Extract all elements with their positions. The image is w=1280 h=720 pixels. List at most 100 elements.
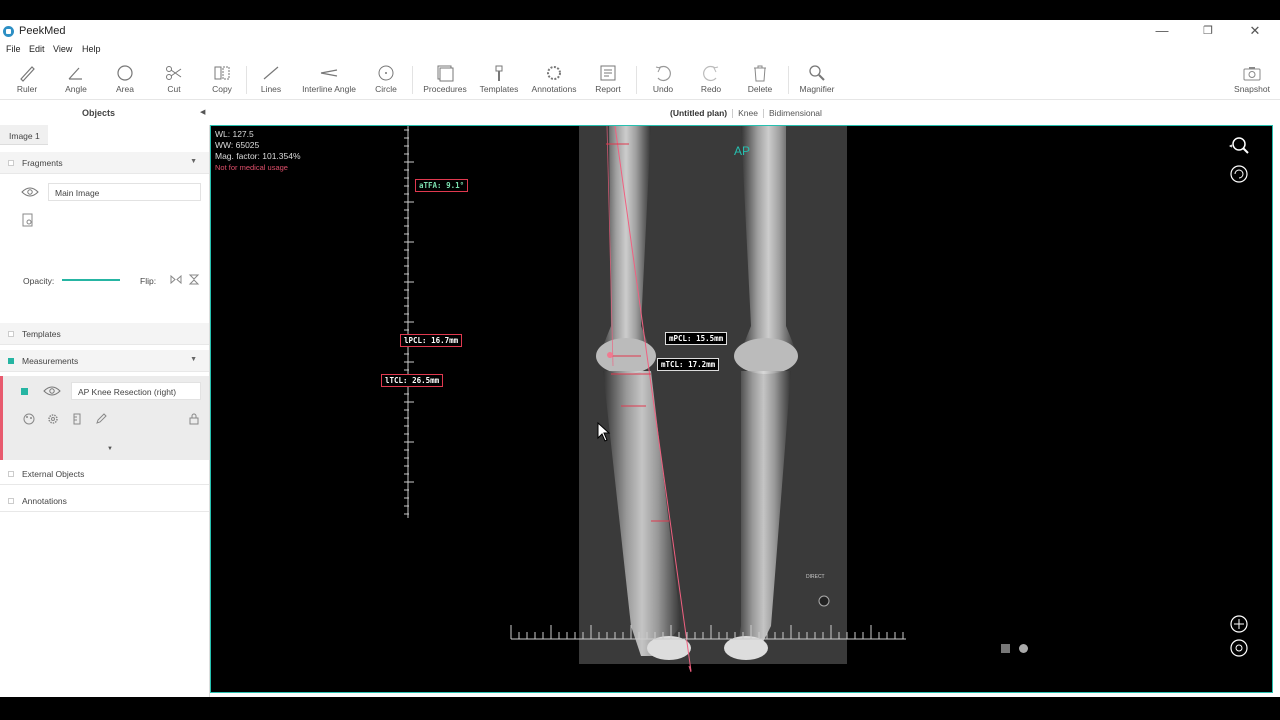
- image-viewer[interactable]: WL: 127.5 WW: 65025 Mag. factor: 101.354…: [210, 125, 1273, 693]
- measurements-section-header[interactable]: Measurements ▼: [0, 350, 209, 372]
- menu-edit[interactable]: Edit: [29, 44, 45, 54]
- menu-view[interactable]: View: [53, 44, 72, 54]
- lines-tool-button[interactable]: Lines: [256, 64, 286, 94]
- magnifier-icon: [809, 65, 825, 81]
- page-indicator-square[interactable]: [1001, 644, 1010, 653]
- contrast-adjust-icon[interactable]: [1229, 614, 1249, 634]
- circle-icon: [378, 65, 394, 81]
- templates-title: Templates: [22, 329, 61, 339]
- copy-tool-button[interactable]: Copy: [207, 64, 237, 94]
- measurement-name-field[interactable]: AP Knee Resection (right): [71, 382, 201, 400]
- snapshot-button[interactable]: Snapshot: [1233, 64, 1271, 94]
- external-objects-section-header[interactable]: External Objects: [0, 463, 209, 485]
- templates-checkbox[interactable]: [8, 331, 14, 337]
- reset-view-icon[interactable]: [1229, 164, 1249, 184]
- measurements-checkbox[interactable]: [8, 358, 14, 364]
- palette-icon[interactable]: [23, 413, 35, 425]
- xray-image[interactable]: [211, 126, 1273, 693]
- angle-label: Angle: [65, 84, 87, 94]
- templates-section-header[interactable]: Templates: [0, 323, 209, 345]
- snapshot-label: Snapshot: [1234, 84, 1270, 94]
- ruler-label: Ruler: [16, 84, 38, 94]
- image-properties-icon[interactable]: [22, 213, 34, 227]
- templates-button[interactable]: Templates: [478, 64, 520, 94]
- procedures-button[interactable]: Procedures: [422, 64, 468, 94]
- lpcl-measurement-label[interactable]: lPCL: 16.7mm: [400, 334, 463, 347]
- plan-info: (Untitled plan) Knee Bidimensional: [670, 108, 822, 119]
- redo-button[interactable]: Redo: [696, 64, 726, 94]
- cut-label: Cut: [167, 84, 181, 94]
- report-button[interactable]: Report: [592, 64, 624, 94]
- page-indicator-dot[interactable]: [1019, 644, 1028, 653]
- collapse-arrow-icon[interactable]: ▼: [107, 446, 113, 452]
- interline-angle-icon: [320, 69, 338, 77]
- angle-tool-button[interactable]: Angle: [61, 64, 91, 94]
- mtcl-measurement-label[interactable]: mTCL: 17.2mm: [657, 358, 720, 371]
- toolbar-separator: [636, 66, 637, 94]
- medical-warning-text: Not for medical usage: [215, 163, 288, 172]
- external-objects-title: External Objects: [22, 469, 85, 479]
- toolbar-separator: [412, 66, 413, 94]
- annotations-button[interactable]: Annotations: [530, 64, 578, 94]
- delete-button[interactable]: Delete: [745, 64, 775, 94]
- area-tool-button[interactable]: Area: [110, 64, 140, 94]
- external-objects-checkbox[interactable]: [8, 471, 14, 477]
- settings-gear-icon[interactable]: [47, 413, 59, 425]
- mouse-cursor-icon: [597, 422, 611, 442]
- eye-visibility-icon[interactable]: [43, 385, 61, 397]
- cut-tool-button[interactable]: Cut: [158, 64, 190, 94]
- redo-label: Redo: [700, 84, 722, 94]
- app-window: PeekMed — ❐ ✕ File Edit View Help Ruler …: [0, 20, 1280, 697]
- interline-angle-label: Interline Angle: [302, 84, 356, 94]
- opacity-slider[interactable]: [62, 279, 120, 281]
- ruler-tool-button[interactable]: Ruler: [12, 64, 42, 94]
- magnifier-label: Magnifier: [799, 84, 835, 94]
- window-level-text: WL: 127.5: [215, 129, 254, 139]
- measurement-item[interactable]: AP Knee Resection (right) ▼: [0, 376, 209, 460]
- ruler-vertical-icon[interactable]: [71, 413, 83, 425]
- measurement-color-swatch[interactable]: [21, 388, 28, 395]
- mpcl-measurement-label[interactable]: mPCL: 15.5mm: [665, 332, 728, 345]
- copy-label: Copy: [212, 84, 232, 94]
- expand-arrow-icon[interactable]: ▼: [190, 356, 197, 363]
- toolbar-separator: [788, 66, 789, 94]
- zoom-search-icon[interactable]: [1229, 136, 1249, 156]
- toolbar-separator: [246, 66, 247, 94]
- fragments-title: Fragments: [22, 158, 63, 168]
- fragments-section-header[interactable]: Fragments ▼: [0, 152, 209, 174]
- plan-anatomy: Knee: [738, 108, 758, 118]
- brightness-icon[interactable]: [1229, 638, 1249, 658]
- procedures-icon: [437, 65, 454, 82]
- interline-angle-tool-button[interactable]: Interline Angle: [300, 64, 358, 94]
- minimize-button[interactable]: —: [1147, 22, 1177, 40]
- redo-icon: [703, 65, 719, 82]
- menu-help[interactable]: Help: [82, 44, 101, 54]
- annotations-title: Annotations: [22, 496, 67, 506]
- app-logo-icon: [3, 26, 14, 37]
- menu-file[interactable]: File: [6, 44, 21, 54]
- image-tab[interactable]: Image 1: [0, 125, 48, 145]
- main-image-field[interactable]: Main Image: [48, 183, 201, 201]
- angle-icon: [68, 67, 82, 80]
- flip-horizontal-icon[interactable]: [170, 274, 182, 285]
- close-button[interactable]: ✕: [1240, 22, 1270, 40]
- collapse-panel-arrow-icon[interactable]: ◀: [200, 108, 205, 116]
- annotations-section-header[interactable]: Annotations: [0, 490, 209, 512]
- undo-button[interactable]: Undo: [648, 64, 678, 94]
- flip-vertical-icon[interactable]: [188, 274, 200, 285]
- ruler-icon: [20, 66, 35, 82]
- expand-arrow-icon[interactable]: ▼: [190, 158, 197, 165]
- annotations-gear-icon: [547, 66, 561, 80]
- fragments-checkbox[interactable]: [8, 160, 14, 166]
- pencil-edit-icon[interactable]: [95, 413, 107, 425]
- view-orientation-label: AP: [734, 144, 751, 158]
- annotations-label: Annotations: [531, 84, 577, 94]
- circle-tool-button[interactable]: Circle: [371, 64, 401, 94]
- ltcl-measurement-label[interactable]: lTCL: 26.5mm: [381, 374, 444, 387]
- atfa-measurement-label[interactable]: aTFA: 9.1°: [415, 179, 469, 192]
- eye-visibility-icon[interactable]: [21, 186, 39, 198]
- restore-button[interactable]: ❐: [1193, 22, 1223, 40]
- magnifier-button[interactable]: Magnifier: [798, 64, 836, 94]
- lock-icon[interactable]: [189, 413, 199, 425]
- annotations-checkbox[interactable]: [8, 498, 14, 504]
